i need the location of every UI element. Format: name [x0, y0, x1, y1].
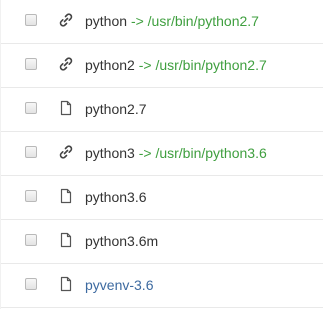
file-icon	[58, 100, 74, 116]
file-icon	[58, 276, 74, 292]
row-checkbox[interactable]	[25, 146, 37, 158]
file-row[interactable]: python3.6	[1, 176, 323, 220]
file-row[interactable]: python -> /usr/bin/python2.7	[1, 0, 323, 44]
file-name-link[interactable]: pyvenv-3.6	[85, 277, 153, 293]
row-checkbox[interactable]	[25, 102, 37, 114]
symlink-arrow: ->	[138, 57, 152, 73]
link-icon	[58, 144, 74, 160]
file-icon	[58, 232, 74, 248]
file-row[interactable]: pyvenv-3.6	[1, 264, 323, 308]
row-checkbox[interactable]	[25, 190, 37, 202]
file-row[interactable]: python2.7	[1, 88, 323, 132]
file-row[interactable]: python3 -> /usr/bin/python3.6	[1, 132, 323, 176]
file-name-link[interactable]: python2	[85, 57, 135, 73]
file-name-link[interactable]: python3	[85, 145, 135, 161]
symlink-target: /usr/bin/python2.7	[147, 13, 259, 29]
row-checkbox[interactable]	[25, 58, 37, 70]
symlink-arrow: ->	[130, 13, 144, 29]
row-checkbox[interactable]	[25, 278, 37, 290]
file-name-link[interactable]: python2.7	[85, 101, 147, 117]
file-name-link[interactable]: python3.6m	[85, 233, 158, 249]
file-row[interactable]: python3.6m	[1, 220, 323, 264]
file-name-link[interactable]: python3.6	[85, 189, 147, 205]
file-name-link[interactable]: python	[85, 13, 127, 29]
file-row[interactable]: python2 -> /usr/bin/python2.7	[1, 44, 323, 88]
row-checkbox[interactable]	[25, 14, 37, 26]
link-icon	[58, 12, 74, 28]
symlink-target: /usr/bin/python3.6	[155, 145, 267, 161]
file-icon	[58, 188, 74, 204]
file-list: python -> /usr/bin/python2.7 python2 -> …	[0, 0, 323, 309]
symlink-target: /usr/bin/python2.7	[155, 57, 267, 73]
symlink-arrow: ->	[138, 145, 152, 161]
row-checkbox[interactable]	[25, 234, 37, 246]
link-icon	[58, 56, 74, 72]
